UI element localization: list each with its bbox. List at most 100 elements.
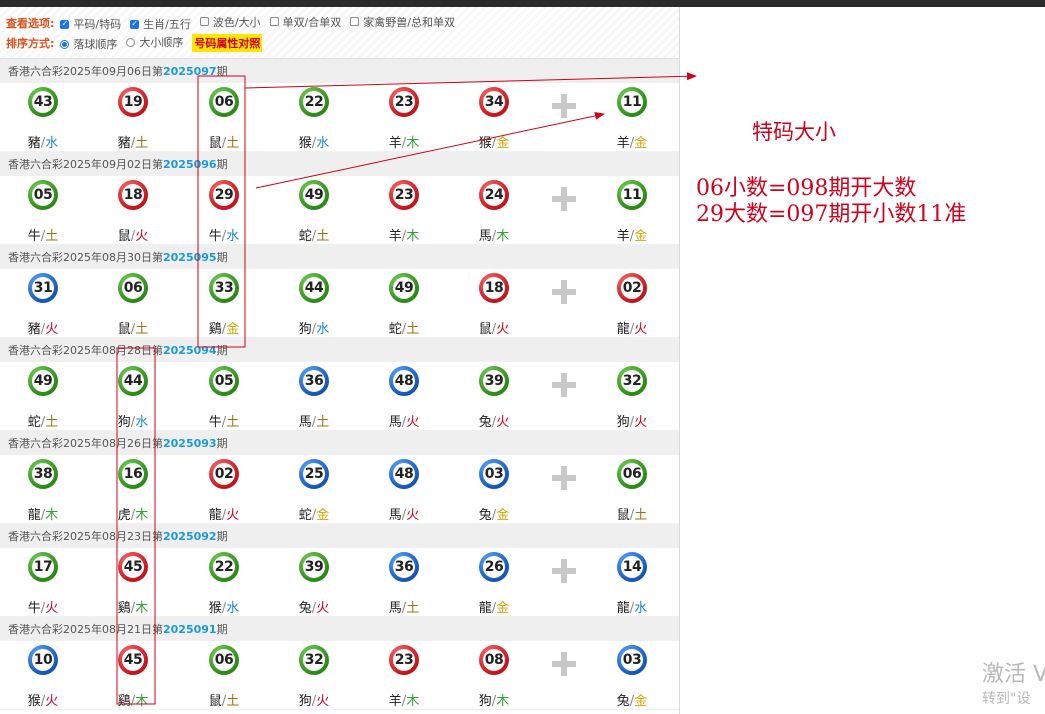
zodiac-element-label: 豬/水 [13,132,73,151]
number-ball[interactable]: 44 [299,273,329,303]
attribute-table-button[interactable]: 号码属性对照 [192,34,263,52]
number-ball[interactable]: 25 [299,459,329,489]
number-ball[interactable]: 10 [28,645,58,675]
view-option-2[interactable]: ✓ 生肖/五行 [130,16,191,32]
number-ball[interactable]: 48 [389,459,419,489]
element-name: 水 [316,136,330,151]
number-ball[interactable]: 38 [28,459,58,489]
issue-prefix: 第 [152,65,163,78]
sort-option-2[interactable]: 大小顺序 [126,34,183,50]
element-name: 水 [226,601,240,616]
zodiac-name: 龍 [616,601,630,616]
number-ball[interactable]: 45 [118,645,148,675]
ball-number: 02 [214,466,234,482]
element-name: 火 [496,415,510,430]
number-ball[interactable]: 06 [209,645,239,675]
element-name: 水 [316,322,330,337]
checkbox-checked-icon[interactable]: ✓ [60,19,70,29]
view-option-1[interactable]: ✓ 平码/特码 [60,16,121,32]
radio-selected-icon[interactable] [60,39,70,49]
element-name: 火 [316,601,330,616]
number-ball[interactable]: 36 [389,552,419,582]
number-ball[interactable]: 03 [479,459,509,489]
number-ball[interactable]: 49 [299,180,329,210]
number-ball[interactable]: 49 [389,273,419,303]
number-ball[interactable]: 32 [299,645,329,675]
lottery-name: 香港六合彩 [8,437,63,450]
element-name: 木 [135,694,149,709]
issue-number[interactable]: 2025096 [163,158,217,171]
number-ball[interactable]: 22 [299,87,329,117]
element-name: 土 [406,322,420,337]
view-option-4[interactable]: 单双/合单双 [269,14,341,30]
checkbox-unchecked-icon[interactable] [199,17,209,27]
special-number-ball[interactable]: 03 [617,645,647,675]
number-ball[interactable]: 17 [28,552,58,582]
zodiac-element-label: 牛/火 [13,597,73,616]
number-ball[interactable]: 31 [28,273,58,303]
issue-prefix: 第 [152,344,163,357]
number-ball[interactable]: 39 [299,552,329,582]
checkbox-unchecked-icon[interactable] [269,17,279,27]
number-ball[interactable]: 08 [479,645,509,675]
number-ball[interactable]: 05 [28,180,58,210]
special-number-ball[interactable]: 11 [617,180,647,210]
number-ball[interactable]: 29 [209,180,239,210]
number-ball[interactable]: 22 [209,552,239,582]
number-ball[interactable]: 39 [479,366,509,396]
number-ball[interactable]: 06 [209,87,239,117]
zodiac-element-label: 猴/水 [284,132,344,151]
ball-number: 48 [394,373,414,389]
number-ball[interactable]: 49 [28,366,58,396]
special-number-ball[interactable]: 06 [617,459,647,489]
number-ball[interactable]: 05 [209,366,239,396]
number-ball[interactable]: 26 [479,552,509,582]
number-ball[interactable]: 43 [28,87,58,117]
number-ball[interactable]: 18 [118,180,148,210]
issue-number[interactable]: 2025094 [163,344,217,357]
special-number-ball[interactable]: 11 [617,87,647,117]
element-name: 金 [496,508,510,523]
special-number-ball[interactable]: 32 [617,366,647,396]
number-ball[interactable]: 33 [209,273,239,303]
issue-number[interactable]: 2025092 [163,530,217,543]
lottery-name: 香港六合彩 [8,344,63,357]
number-ball[interactable]: 34 [479,87,509,117]
number-ball[interactable]: 24 [479,180,509,210]
element-name: 木 [45,508,59,523]
ball-number: 14 [622,559,642,575]
number-ball[interactable]: 45 [118,552,148,582]
number-ball[interactable]: 16 [118,459,148,489]
zodiac-element-label: 馬/火 [374,504,434,523]
element-name: 木 [406,136,420,151]
checkbox-checked-icon[interactable]: ✓ [130,19,140,29]
ball-number: 05 [33,187,53,203]
view-option-3[interactable]: 波色/大小 [199,14,261,30]
number-ball[interactable]: 23 [389,87,419,117]
special-number-ball[interactable]: 14 [617,552,647,582]
special-number-ball[interactable]: 02 [617,273,647,303]
zodiac-name: 兔 [478,508,492,523]
checkbox-unchecked-icon[interactable] [350,17,360,27]
view-option-label: 平码/特码 [73,18,122,32]
zodiac-name: 蛇 [27,415,41,430]
issue-number[interactable]: 2025097 [163,65,217,78]
issue-number[interactable]: 2025093 [163,437,217,450]
number-ball[interactable]: 19 [118,87,148,117]
view-option-5[interactable]: 家禽野兽/总和单双 [350,14,455,30]
number-ball[interactable]: 48 [389,366,419,396]
number-ball[interactable]: 02 [209,459,239,489]
zodiac-name: 馬 [388,415,402,430]
issue-number[interactable]: 2025095 [163,251,217,264]
number-ball[interactable]: 18 [479,273,509,303]
ball-number: 48 [394,466,414,482]
number-ball[interactable]: 23 [389,645,419,675]
ball-number: 36 [394,559,414,575]
number-ball[interactable]: 06 [118,273,148,303]
number-ball[interactable]: 23 [389,180,419,210]
sort-option-1[interactable]: 落球顺序 [60,36,117,52]
number-ball[interactable]: 36 [299,366,329,396]
number-ball[interactable]: 44 [118,366,148,396]
issue-number[interactable]: 2025091 [163,623,217,636]
radio-unselected-icon[interactable] [126,37,136,47]
